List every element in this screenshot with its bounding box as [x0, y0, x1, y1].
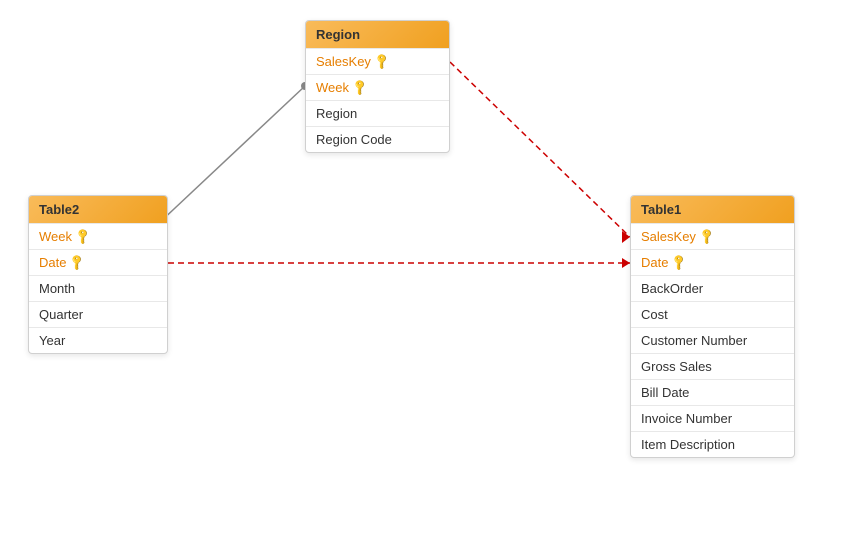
- field-label: Item Description: [641, 437, 735, 452]
- table-row[interactable]: Bill Date: [631, 379, 794, 405]
- region-header: Region: [306, 21, 449, 48]
- field-label: Quarter: [39, 307, 83, 322]
- key-icon: 🔑: [350, 78, 369, 97]
- field-label: Month: [39, 281, 75, 296]
- table-row[interactable]: BackOrder: [631, 275, 794, 301]
- table2-header: Table2: [29, 196, 167, 223]
- key-icon: 🔑: [68, 253, 87, 272]
- table-row[interactable]: Year: [29, 327, 167, 353]
- field-label: Invoice Number: [641, 411, 732, 426]
- table-row[interactable]: Date 🔑: [631, 249, 794, 275]
- table-row[interactable]: Gross Sales: [631, 353, 794, 379]
- field-label: Date: [641, 255, 668, 270]
- field-label: Cost: [641, 307, 668, 322]
- field-label: Region: [316, 106, 357, 121]
- table1-header: Table1: [631, 196, 794, 223]
- table-row[interactable]: Region Code: [306, 126, 449, 152]
- table-row[interactable]: SalesKey 🔑: [631, 223, 794, 249]
- table-row[interactable]: Week 🔑: [29, 223, 167, 249]
- table-row[interactable]: SalesKey 🔑: [306, 48, 449, 74]
- region-card[interactable]: Region SalesKey 🔑 Week 🔑 Region Region C…: [305, 20, 450, 153]
- field-label: Gross Sales: [641, 359, 712, 374]
- table-row[interactable]: Customer Number: [631, 327, 794, 353]
- table1-card[interactable]: Table1 SalesKey 🔑 Date 🔑 BackOrder Cost …: [630, 195, 795, 458]
- key-icon: 🔑: [670, 253, 689, 272]
- key-icon: 🔑: [73, 227, 92, 246]
- table-row[interactable]: Cost: [631, 301, 794, 327]
- table-row[interactable]: Quarter: [29, 301, 167, 327]
- table-row[interactable]: Date 🔑: [29, 249, 167, 275]
- field-label: Region Code: [316, 132, 392, 147]
- table-row[interactable]: Region: [306, 100, 449, 126]
- diagram-canvas: Table2 Week 🔑 Date 🔑 Month Quarter Year …: [0, 0, 858, 535]
- field-label: BackOrder: [641, 281, 703, 296]
- field-label: Week: [316, 80, 349, 95]
- field-label: Week: [39, 229, 72, 244]
- key-icon: 🔑: [697, 227, 716, 246]
- table2-card[interactable]: Table2 Week 🔑 Date 🔑 Month Quarter Year: [28, 195, 168, 354]
- table-row[interactable]: Invoice Number: [631, 405, 794, 431]
- table-row[interactable]: Week 🔑: [306, 74, 449, 100]
- field-label: SalesKey: [641, 229, 696, 244]
- field-label: SalesKey: [316, 54, 371, 69]
- field-label: Date: [39, 255, 66, 270]
- table-row[interactable]: Month: [29, 275, 167, 301]
- field-label: Bill Date: [641, 385, 689, 400]
- table-row[interactable]: Item Description: [631, 431, 794, 457]
- field-label: Year: [39, 333, 65, 348]
- key-icon: 🔑: [372, 52, 391, 71]
- field-label: Customer Number: [641, 333, 747, 348]
